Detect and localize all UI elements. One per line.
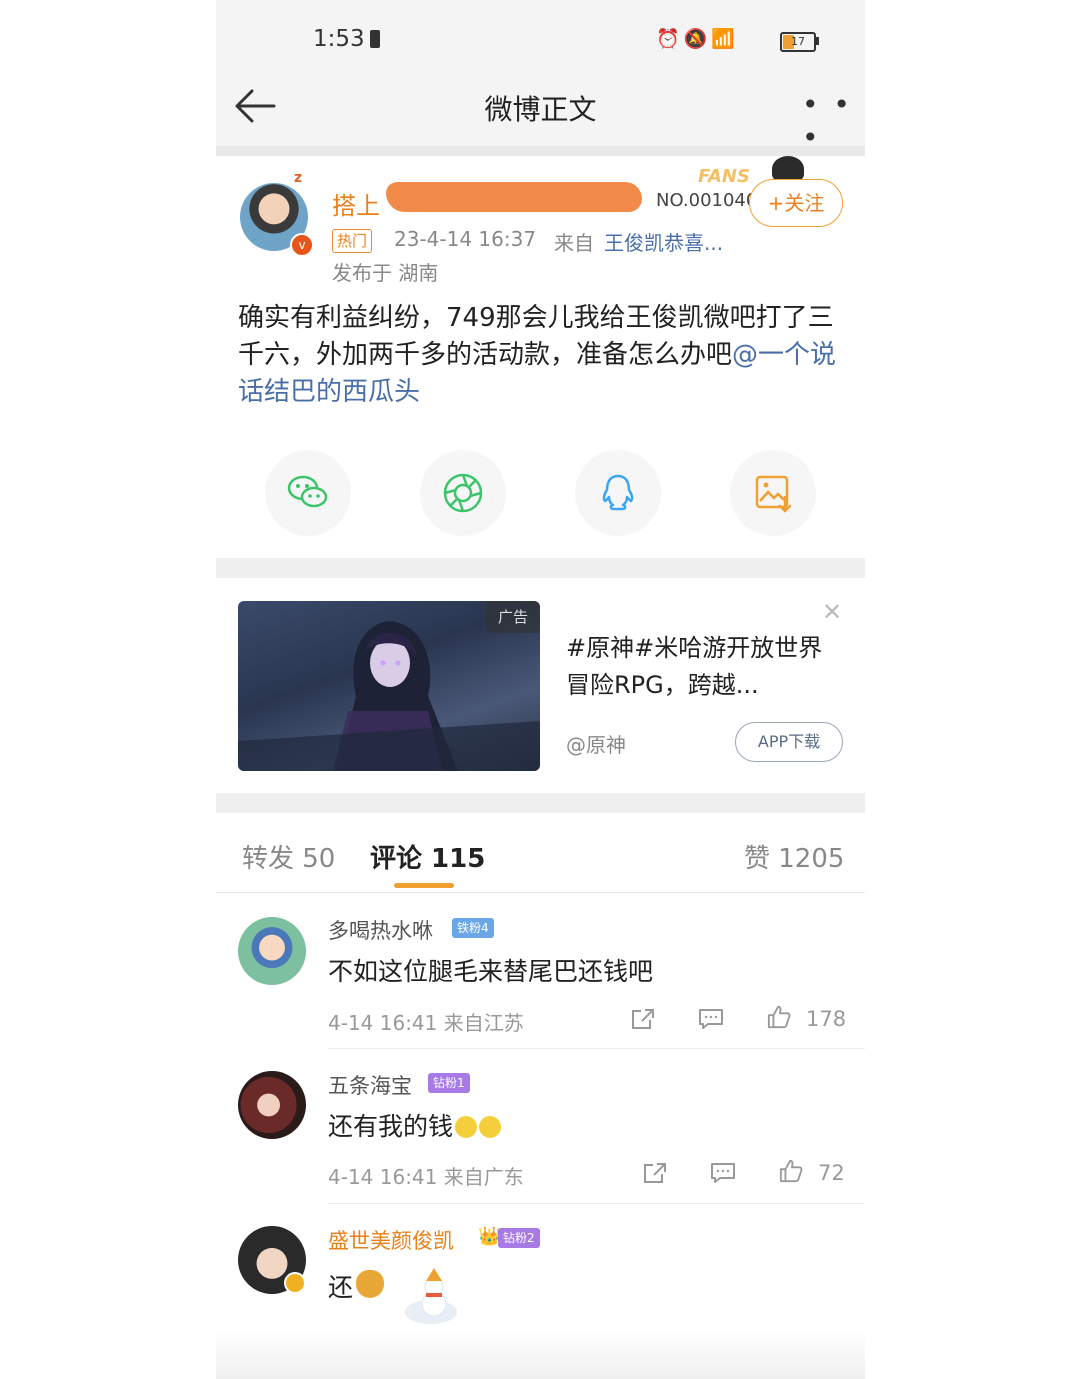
like-icon[interactable] <box>778 1159 804 1183</box>
bottom-fade <box>216 1330 865 1379</box>
post-source[interactable]: 王俊凯恭喜... <box>604 227 723 256</box>
ad-account[interactable]: @原神 <box>566 729 626 758</box>
ad-label: 广告 <box>486 601 540 633</box>
tabs-divider <box>216 892 865 893</box>
post-time: 23-4-14 16:37 <box>394 227 537 251</box>
comment-text: 不如这位腿毛来替尾巴还钱吧 <box>328 957 654 986</box>
author-name[interactable]: 搭上 <box>332 186 380 221</box>
redaction-mark <box>386 182 642 212</box>
tab-repost[interactable]: 转发 50 <box>242 838 335 875</box>
commenter-name[interactable]: 多喝热水咻 <box>328 915 433 945</box>
like-icon[interactable] <box>766 1005 792 1029</box>
like-count: 178 <box>806 1007 847 1031</box>
qq-icon <box>602 474 634 511</box>
post-body: 确实有利益纠纷，749那会儿我给王俊凯微吧打了三千六，外加两千多的活动款，准备怎… <box>238 300 842 411</box>
status-icons: ⏰🔕📶 <box>656 28 739 50</box>
post-location: 发布于 湖南 <box>332 261 439 285</box>
smile-emoji-icon <box>479 1116 502 1138</box>
like-count: 72 <box>818 1161 845 1185</box>
comment-divider <box>328 1048 865 1049</box>
follow-button[interactable]: +关注 <box>749 179 843 227</box>
comment-text-body: 还有我的钱 <box>328 1112 454 1141</box>
section-divider <box>216 793 865 813</box>
active-tab-indicator <box>394 883 454 888</box>
more-options-icon[interactable]: • • • <box>802 88 865 154</box>
share-qq-button[interactable] <box>575 450 661 536</box>
comment-divider <box>328 1203 865 1204</box>
fans-badge-label: FANS <box>698 166 750 187</box>
smile-emoji-icon <box>455 1116 478 1138</box>
section-divider <box>216 558 865 578</box>
comment-meta: 4-14 16:41 来自广东 <box>328 1165 524 1189</box>
comment-text: 还 <box>328 1273 354 1302</box>
moments-icon <box>443 473 483 513</box>
sleep-icon: z <box>294 170 303 186</box>
comment-meta: 4-14 16:41 来自江苏 <box>328 1011 524 1035</box>
share-wechat-button[interactable] <box>265 450 351 536</box>
verified-icon <box>284 1272 306 1294</box>
tab-like[interactable]: 赞 1205 <box>744 838 844 875</box>
snowman-sticker-icon <box>405 1268 457 1324</box>
tab-comment[interactable]: 评论 115 <box>370 838 485 875</box>
save-image-button[interactable] <box>730 450 816 536</box>
verified-icon: v <box>290 233 314 257</box>
app-download-button[interactable]: APP下载 <box>735 722 843 762</box>
fan-badge: 钻粉2 <box>498 1228 540 1248</box>
reply-icon[interactable] <box>710 1161 736 1185</box>
money-bag-emoji-icon <box>356 1270 384 1298</box>
repost-icon[interactable] <box>642 1161 668 1185</box>
battery-alert-icon <box>370 30 380 48</box>
wechat-icon <box>287 475 328 508</box>
commenter-name[interactable]: 盛世美颜俊凯 <box>328 1225 454 1255</box>
battery-icon: 17 <box>780 32 816 52</box>
fan-badge: 铁粉4 <box>452 918 494 938</box>
repost-icon[interactable] <box>630 1007 656 1031</box>
save-image-icon <box>755 475 792 513</box>
reply-icon[interactable] <box>698 1007 724 1031</box>
fans-badge-number: NO.001040 <box>656 190 758 211</box>
commenter-avatar[interactable] <box>238 1071 306 1139</box>
phone-screen: 1:53 ⏰🔕📶 17 微博正文 • • • z v 搭上 FANS NO.00… <box>216 0 865 1379</box>
page-title: 微博正文 <box>484 93 597 126</box>
post-source-label: 来自 <box>554 231 594 255</box>
battery-cap <box>816 37 819 45</box>
nav-divider <box>216 146 865 156</box>
commenter-avatar[interactable] <box>238 917 306 985</box>
share-moments-button[interactable] <box>420 450 506 536</box>
fan-badge: 钻粉1 <box>428 1073 470 1093</box>
battery-level: 17 <box>791 35 805 48</box>
status-time: 1:53 <box>313 26 365 52</box>
comment-text: 还有我的钱 <box>328 1107 502 1143</box>
ad-close-icon[interactable]: ✕ <box>822 598 842 626</box>
hot-tag: 热门 <box>332 229 373 253</box>
ad-title[interactable]: #原神#米哈游开放世界冒险RPG，跨越... <box>566 630 836 704</box>
commenter-name[interactable]: 五条海宝 <box>328 1070 412 1100</box>
